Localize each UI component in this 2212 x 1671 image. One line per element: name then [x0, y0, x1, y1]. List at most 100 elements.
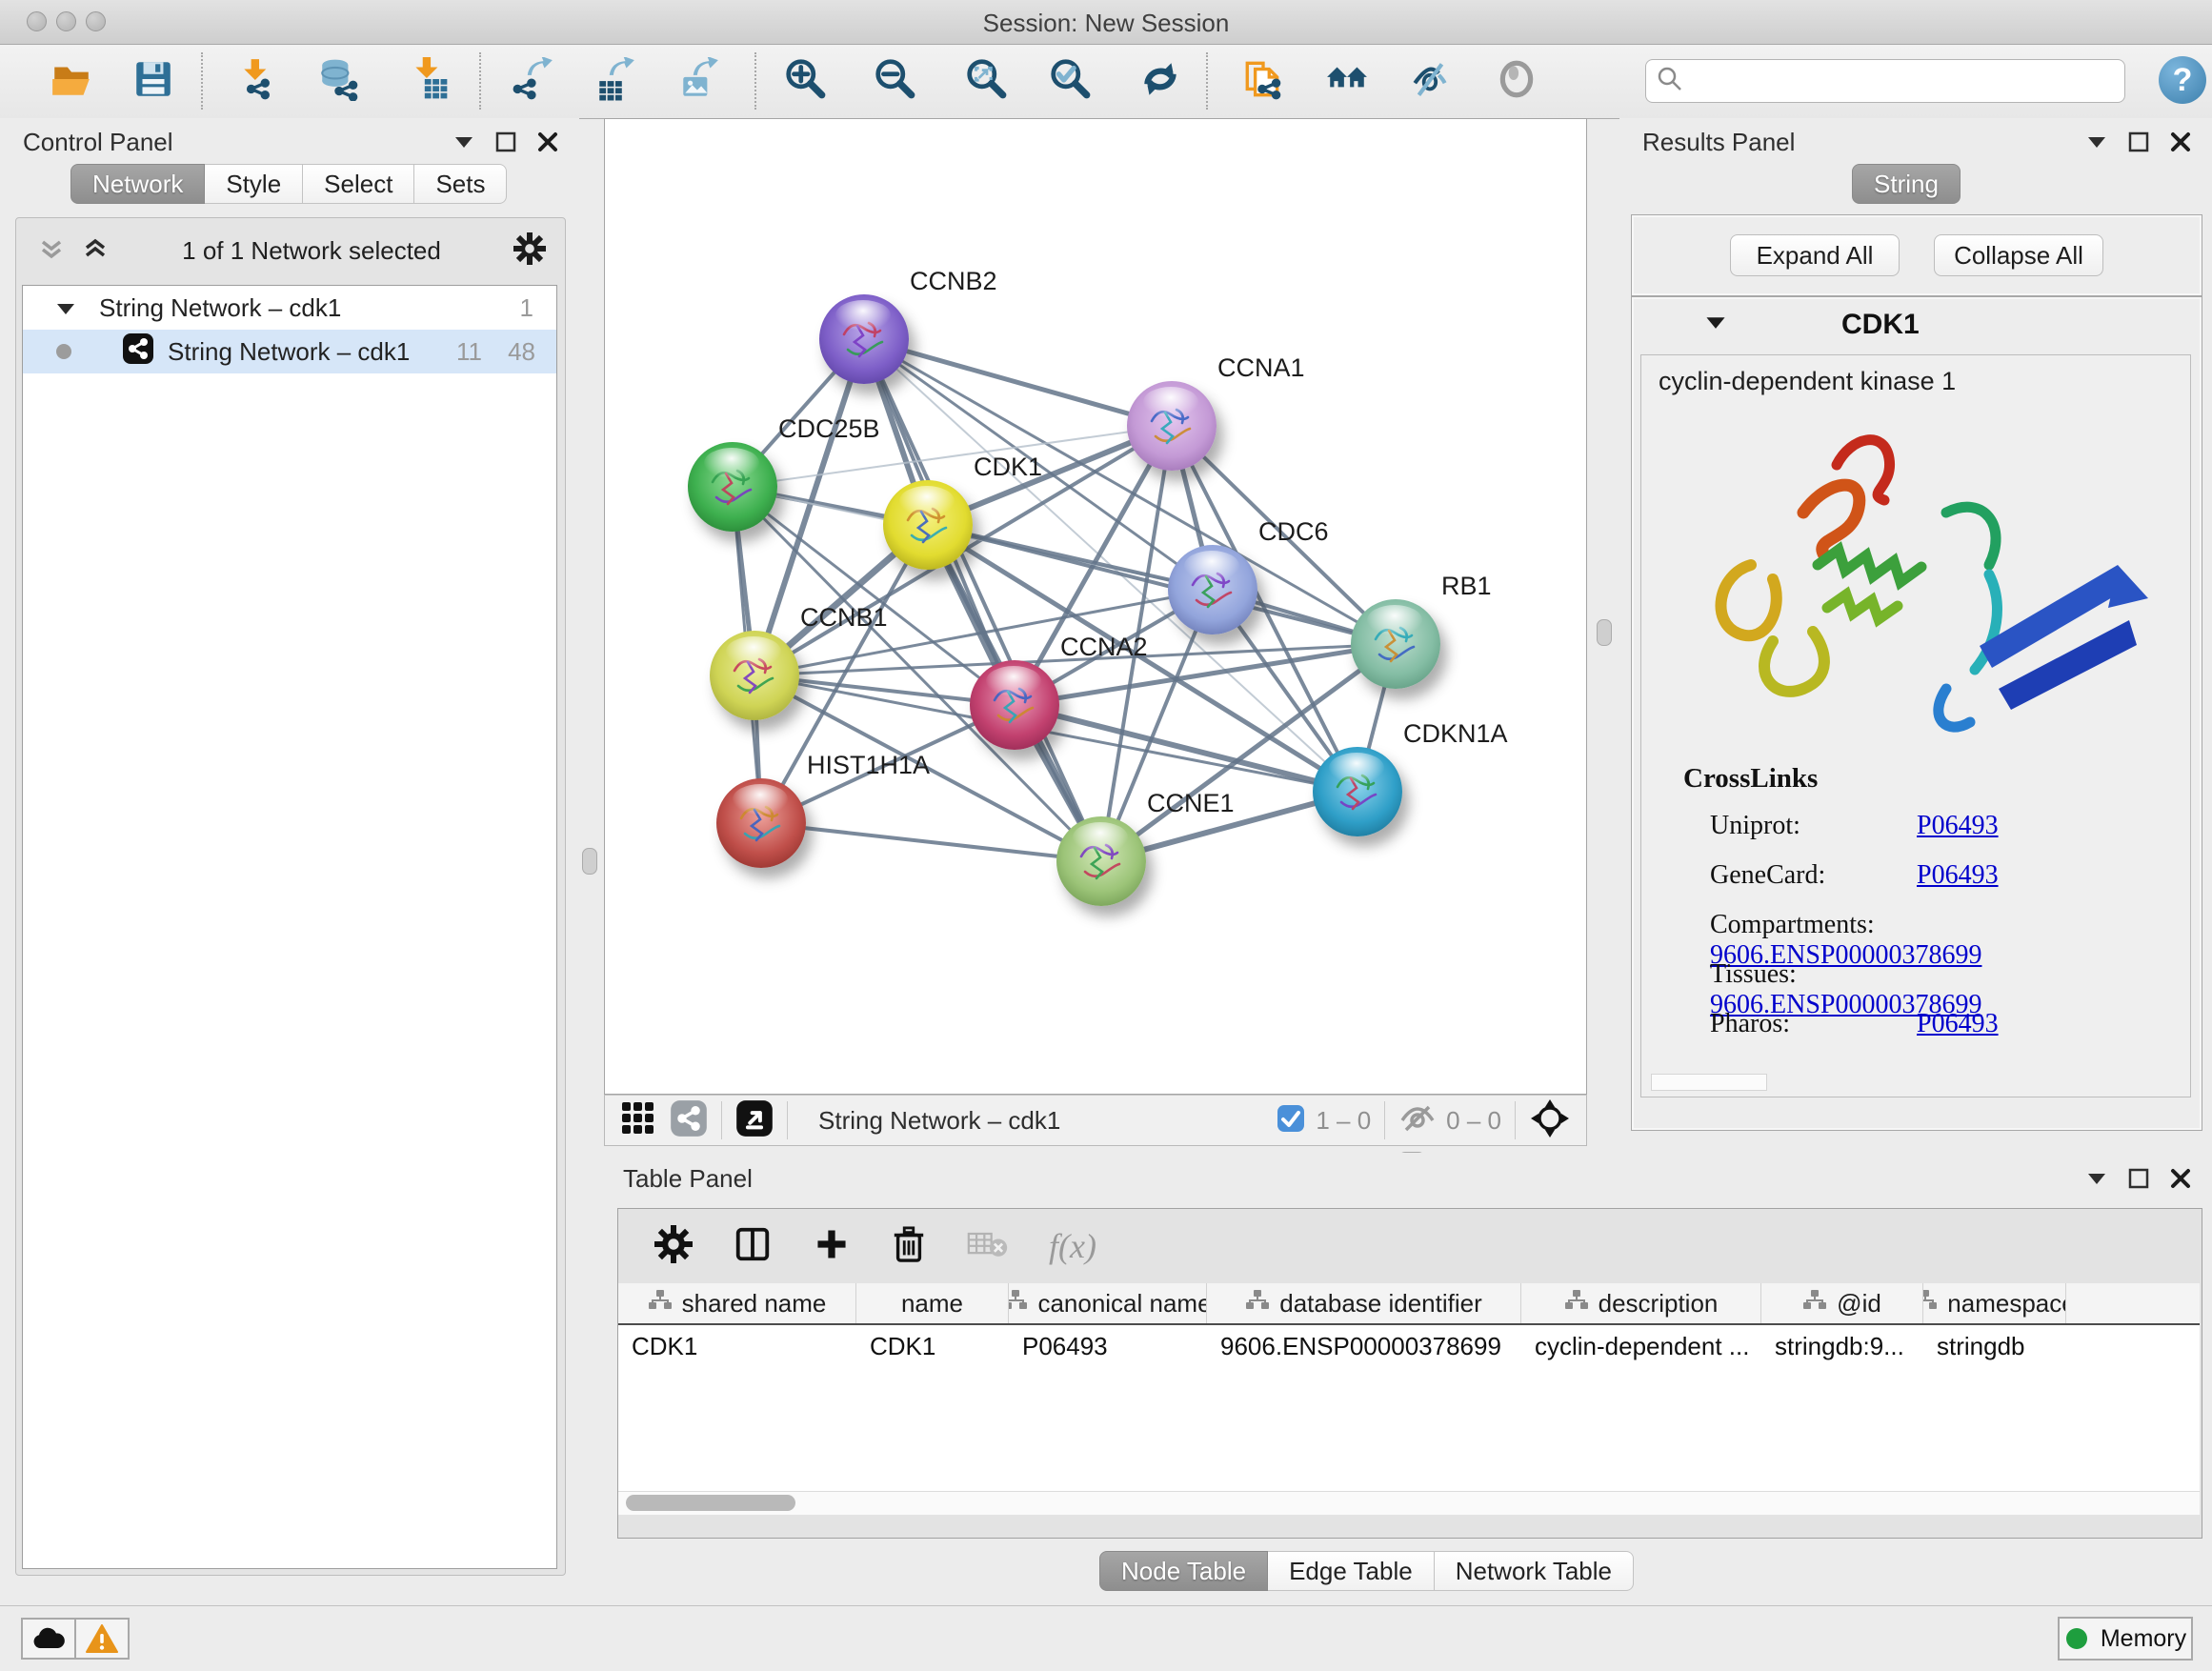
network-type-icon — [122, 332, 154, 372]
import-network-database-button[interactable] — [314, 56, 364, 106]
table-cell[interactable]: stringdb — [1923, 1325, 2066, 1367]
tab-select[interactable]: Select — [303, 164, 414, 204]
table-hscrollbar-thumb[interactable] — [626, 1495, 795, 1511]
column-header-canonical-name[interactable]: canonical name — [1009, 1283, 1207, 1323]
column-header-namespace[interactable]: namespace — [1923, 1283, 2066, 1323]
birds-eye-view-icon[interactable] — [1529, 1097, 1571, 1144]
tab-string[interactable]: String — [1852, 164, 1961, 204]
function-builder-icon: f(x) — [1049, 1226, 1096, 1266]
zoom-fit-button[interactable] — [962, 56, 1012, 106]
column-header--id[interactable]: @id — [1761, 1283, 1923, 1323]
delete-column-icon[interactable] — [891, 1224, 927, 1269]
save-session-button[interactable] — [129, 56, 178, 106]
column-header-database-identifier[interactable]: database identifier — [1207, 1283, 1521, 1323]
network-row[interactable]: String Network – cdk1 11 48 — [23, 330, 556, 373]
table-cell[interactable]: P06493 — [1009, 1325, 1207, 1367]
add-column-icon[interactable] — [813, 1225, 851, 1268]
network-share-icon[interactable] — [670, 1099, 708, 1142]
show-panel-button[interactable] — [1492, 56, 1541, 106]
detach-view-icon[interactable] — [735, 1099, 774, 1142]
column-header-description[interactable]: description — [1521, 1283, 1761, 1323]
collapse-all-icon[interactable] — [37, 234, 66, 268]
network-node-CDKN1A[interactable] — [1313, 747, 1402, 836]
network-node-CCNA1[interactable] — [1127, 381, 1217, 471]
table-cell[interactable]: stringdb:9... — [1761, 1325, 1923, 1367]
tab-sets[interactable]: Sets — [414, 164, 507, 204]
cloud-tasks-button[interactable] — [21, 1618, 76, 1660]
eye-slash-icon — [1409, 57, 1453, 106]
memory-button[interactable]: Memory — [2058, 1617, 2193, 1661]
node-result-card: CDK1 cyclin-dependent kinase 1 — [1631, 296, 2202, 1131]
open-session-button[interactable] — [47, 56, 96, 106]
tab-network-table[interactable]: Network Table — [1435, 1551, 1634, 1591]
table-options-gear-icon[interactable] — [654, 1225, 693, 1268]
zoom-in-button[interactable] — [781, 56, 831, 106]
panel-menu-icon[interactable] — [453, 134, 474, 154]
import-table-button[interactable] — [404, 56, 453, 106]
panel-menu-icon[interactable] — [2086, 134, 2107, 154]
crosslink-link[interactable]: P06493 — [1917, 1009, 1999, 1038]
entry-collapse-icon[interactable] — [1704, 314, 1727, 335]
expand-all-icon[interactable] — [81, 234, 110, 268]
left-splitter-handle[interactable] — [582, 848, 597, 875]
table-cell[interactable]: cyclin-dependent ... — [1521, 1325, 1761, 1367]
tab-network[interactable]: Network — [70, 164, 205, 204]
crosslink-link[interactable]: P06493 — [1917, 811, 1999, 840]
expand-all-button[interactable]: Expand All — [1730, 234, 1900, 276]
table-cell[interactable]: 9606.ENSP00000378699 — [1207, 1325, 1521, 1367]
string-home-button[interactable] — [1322, 56, 1372, 106]
right-splitter-handle[interactable] — [1597, 619, 1612, 646]
table-row[interactable]: CDK1CDK1P064939606.ENSP00000378699cyclin… — [618, 1325, 2200, 1367]
table-hscrollbar[interactable] — [618, 1491, 2200, 1515]
export-table-button[interactable] — [591, 56, 640, 106]
warnings-button[interactable] — [74, 1618, 130, 1660]
network-collection-row[interactable]: String Network – cdk1 1 — [23, 286, 556, 330]
panel-close-icon[interactable] — [2170, 131, 2191, 157]
table-cell[interactable]: CDK1 — [856, 1325, 1009, 1367]
column-header-name[interactable]: name — [856, 1283, 1009, 1323]
crosslink-link[interactable]: P06493 — [1917, 860, 1999, 890]
panel-float-icon[interactable] — [2128, 131, 2149, 157]
tab-node-table[interactable]: Node Table — [1099, 1551, 1268, 1591]
table-cell[interactable]: CDK1 — [618, 1325, 856, 1367]
export-image-button[interactable] — [674, 56, 724, 106]
help-button[interactable]: ? — [2159, 56, 2206, 104]
panel-float-icon[interactable] — [2128, 1168, 2149, 1194]
network-node-CCNB2[interactable] — [819, 294, 909, 384]
collapse-all-button[interactable]: Collapse All — [1934, 234, 2103, 276]
refresh-layout-button[interactable] — [1136, 56, 1185, 106]
string-home-icon — [1325, 57, 1369, 106]
collection-collapse-icon[interactable] — [55, 293, 76, 323]
import-network-file-button[interactable] — [234, 56, 284, 106]
table-columns-icon[interactable] — [733, 1224, 773, 1269]
selected-checkbox-icon[interactable] — [1276, 1103, 1306, 1138]
network-node-CCNE1[interactable] — [1056, 816, 1146, 906]
panel-close-icon[interactable] — [537, 131, 558, 157]
search-input[interactable] — [1645, 59, 2125, 103]
window-title: Session: New Session — [0, 9, 2212, 38]
hidden-eye-icon[interactable] — [1398, 1103, 1437, 1138]
export-network-button[interactable] — [509, 56, 558, 106]
panel-float-icon[interactable] — [495, 131, 516, 157]
network-node-CCNB1[interactable] — [710, 631, 799, 720]
node-table[interactable]: shared name name canonical name database… — [618, 1283, 2200, 1515]
hide-panel-button[interactable] — [1406, 56, 1456, 106]
results-hscrollbar[interactable] — [1651, 1074, 1767, 1091]
column-header-shared-name[interactable]: shared name — [618, 1283, 856, 1323]
network-node-CCNA2[interactable] — [970, 660, 1059, 750]
network-node-HIST1H1A[interactable] — [716, 778, 806, 868]
zoom-selected-button[interactable] — [1046, 56, 1096, 106]
grid-view-icon[interactable] — [620, 1100, 656, 1141]
network-node-CDK1[interactable] — [883, 480, 973, 570]
panel-menu-icon[interactable] — [2086, 1171, 2107, 1191]
network-node-CDC25B[interactable] — [688, 442, 777, 532]
network-node-CDC6[interactable] — [1168, 545, 1257, 634]
network-node-RB1[interactable] — [1351, 599, 1440, 689]
tab-style[interactable]: Style — [205, 164, 303, 204]
tab-edge-table[interactable]: Edge Table — [1268, 1551, 1435, 1591]
zoom-out-button[interactable] — [871, 56, 920, 106]
string-import-button[interactable] — [1238, 56, 1288, 106]
panel-close-icon[interactable] — [2170, 1168, 2191, 1194]
network-canvas[interactable]: CCNB2 CCNA1 CDC25B CDK1 — [604, 118, 1587, 1095]
network-options-gear-icon[interactable] — [513, 232, 546, 270]
